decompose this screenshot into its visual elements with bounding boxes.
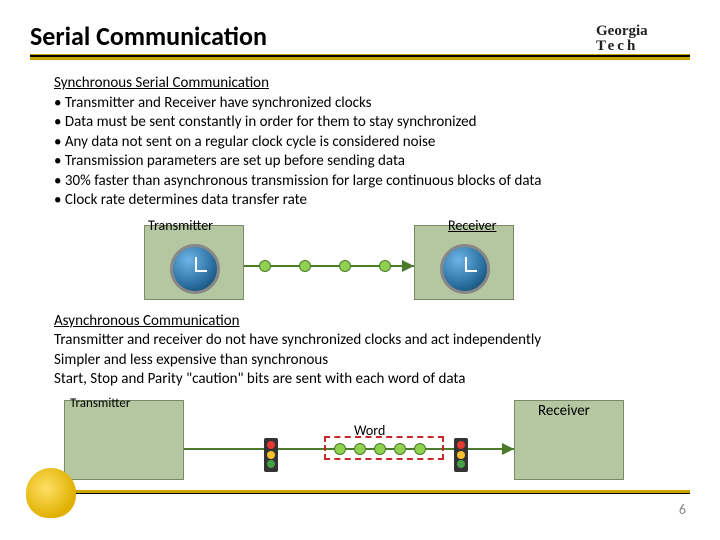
data-dot-icon [334,443,346,455]
sync-heading: Synchronous Serial Communication [54,74,680,94]
data-dot-icon [414,443,426,455]
async-diagram: Transmitter Word Receiver [64,396,680,486]
sync-bullet: Transmitter and Receiver have synchroniz… [54,94,680,114]
clock-icon [170,244,220,294]
async-wire [184,448,514,450]
sync-bullet: Any data not sent on a regular clock cyc… [54,133,680,153]
sync-bullet: Transmission parameters are set up befor… [54,152,680,172]
data-dot-icon [299,260,311,272]
page-title: Serial Communication [30,20,267,52]
traffic-light-icon [264,438,278,472]
georgia-tech-logo: Georgia Tech [596,24,684,50]
sync-bullet: 30% faster than asynchronous transmissio… [54,172,680,192]
async-receiver-label: Receiver [538,402,590,422]
traffic-light-icon [454,438,468,472]
sync-transmitter-box [144,225,244,300]
async-line: Transmitter and receiver do not have syn… [54,331,680,351]
data-dot-icon [354,443,366,455]
logo-line1: Georgia [596,23,648,39]
sync-bullet: Clock rate determines data transfer rate [54,191,680,211]
page-number: 6 [679,501,686,518]
clock-icon [440,244,490,294]
async-text: Transmitter and receiver do not have syn… [54,331,680,390]
data-dot-icon [339,260,351,272]
async-heading: Asynchronous Communication [54,312,680,332]
mascot-icon [26,468,76,518]
data-dot-icon [379,260,391,272]
async-line: Start, Stop and Parity "caution" bits ar… [54,370,680,390]
sync-wire [244,265,414,267]
async-word-label: Word [354,422,385,440]
sync-diagram: Transmitter Receiver [104,217,680,302]
sync-bullet: Data must be sent constantly in order fo… [54,113,680,133]
sync-receiver-label: Receiver [448,217,496,235]
logo-line2: Tech [596,38,638,54]
data-dot-icon [259,260,271,272]
sync-bullet-list: Transmitter and Receiver have synchroniz… [54,94,680,211]
arrow-right-icon [502,443,514,455]
sync-transmitter-label: Transmitter [148,217,213,235]
sync-receiver-box [414,225,514,300]
arrow-right-icon [402,260,414,272]
footer-rule [30,490,690,494]
async-transmitter-label: Transmitter [70,396,130,413]
data-dot-icon [394,443,406,455]
data-dot-icon [374,443,386,455]
async-line: Simpler and less expensive than synchron… [54,351,680,371]
